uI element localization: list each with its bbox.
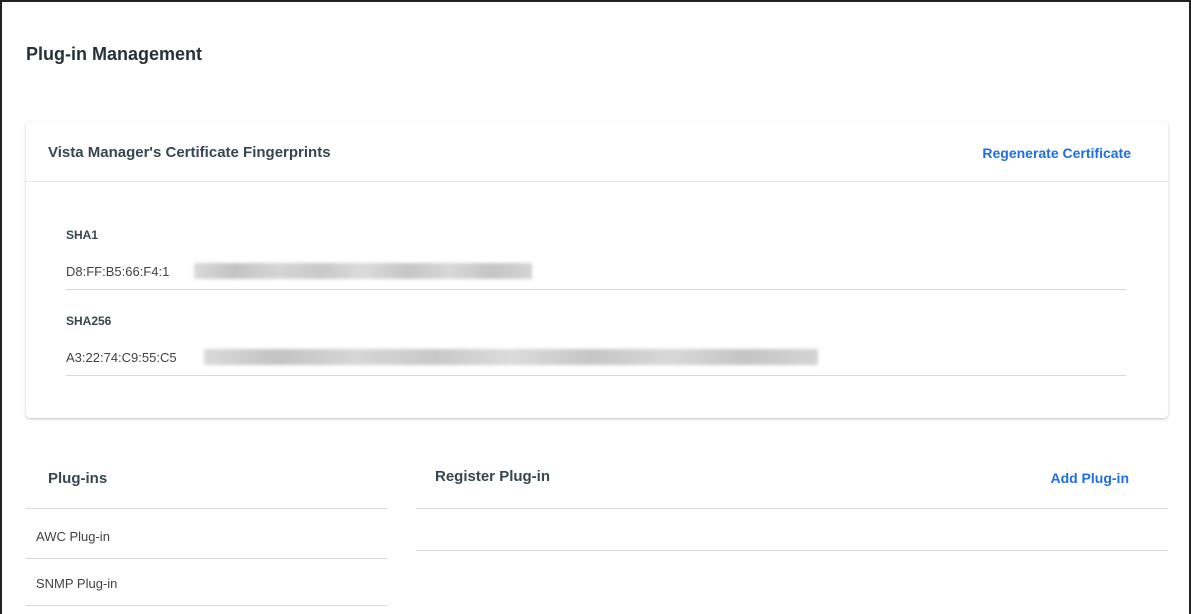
regenerate-certificate-button[interactable]: Regenerate Certificate — [982, 145, 1131, 161]
plugins-header: Plug-ins — [48, 470, 108, 487]
plugin-item-label: SNMP Plug-in — [36, 576, 118, 591]
sha1-redaction — [194, 263, 532, 279]
plugin-item-awc[interactable]: AWC Plug-in — [26, 513, 388, 559]
sha1-label: SHA1 — [66, 228, 99, 242]
add-plugin-button[interactable]: Add Plug-in — [1050, 470, 1129, 486]
register-empty-row-divider — [416, 550, 1168, 551]
register-header-divider — [416, 508, 1168, 509]
plugin-item-snmp[interactable]: SNMP Plug-in — [26, 560, 388, 606]
certificate-card-title: Vista Manager's Certificate Fingerprints — [48, 144, 331, 161]
sha256-value: A3:22:74:C9:55:C5 — [66, 350, 177, 365]
sha1-value: D8:FF:B5:66:F4:1 — [66, 264, 170, 279]
plugin-item-label: AWC Plug-in — [36, 529, 110, 544]
page-title: Plug-in Management — [26, 44, 203, 64]
sha256-row: A3:22:74:C9:55:C5 — [66, 340, 1126, 376]
sha1-row: D8:FF:B5:66:F4:1 — [66, 254, 1126, 290]
plugin-management-page: Plug-in Management Vista Manager's Certi… — [0, 0, 1191, 614]
sha256-label: SHA256 — [66, 314, 112, 328]
plugins-header-divider — [26, 508, 388, 509]
sha256-redaction — [204, 349, 818, 365]
register-plugin-header: Register Plug-in — [435, 468, 551, 485]
certificate-card: Vista Manager's Certificate Fingerprints… — [26, 122, 1168, 418]
certificate-card-header: Vista Manager's Certificate Fingerprints… — [26, 122, 1168, 182]
